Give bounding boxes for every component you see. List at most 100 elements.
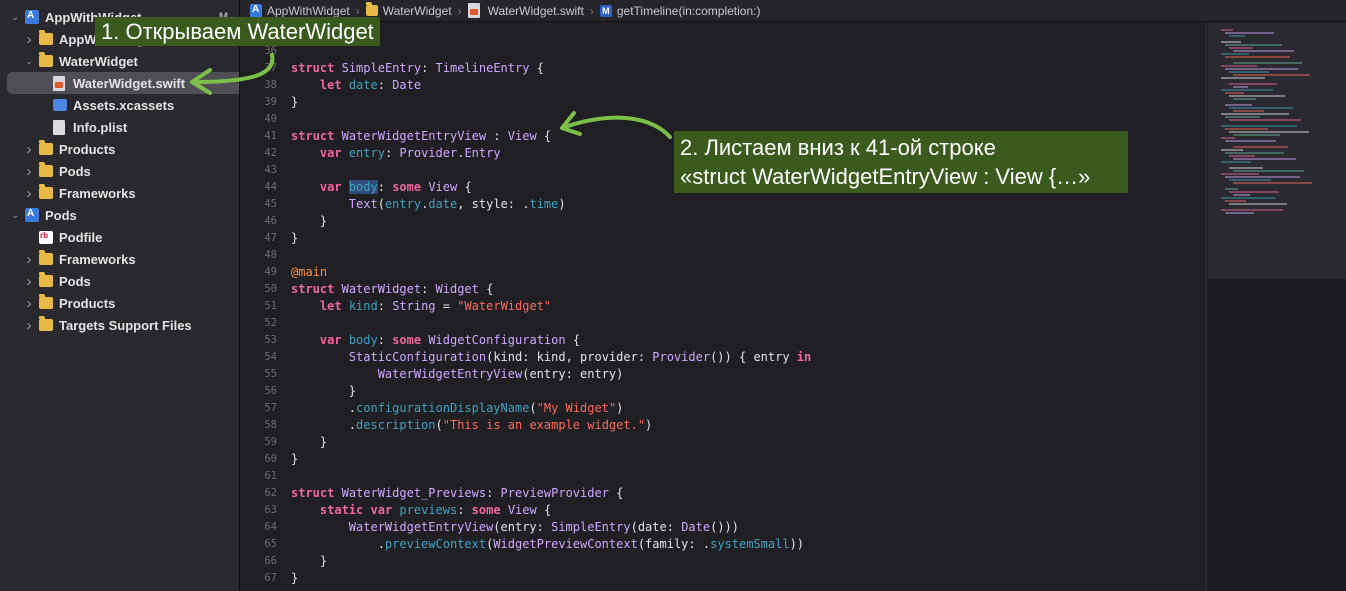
code-line[interactable]: 64 WaterWidgetEntryView(entry: SimpleEnt… — [240, 519, 1200, 536]
code-line[interactable]: 56 } — [240, 383, 1200, 400]
breadcrumb-item[interactable]: WaterWidget.swift › — [467, 3, 600, 18]
code-line[interactable]: 51 let kind: String = "WaterWidget" — [240, 298, 1200, 315]
line-number: 65 — [264, 538, 277, 550]
code-text: Text(entry.date, style: .time) — [348, 197, 566, 211]
chevron-right-icon[interactable]: › — [24, 185, 34, 202]
code-line[interactable]: 36 — [240, 43, 1200, 60]
folder-icon — [39, 140, 53, 155]
sidebar-item-frameworks[interactable]: › Frameworks — [0, 248, 263, 270]
minimap-line — [1225, 200, 1246, 202]
minimap-line — [1233, 74, 1310, 76]
minimap-line — [1229, 203, 1287, 205]
chevron-right-icon[interactable]: › — [24, 251, 34, 268]
minimap-line — [1233, 158, 1296, 160]
code-text: StaticConfiguration(kind: kind, provider… — [348, 350, 812, 364]
annotation-step-2-line-2: «struct WaterWidgetEntryView : View {…» — [680, 164, 1091, 189]
folder-icon — [39, 316, 53, 331]
line-number: 42 — [264, 147, 277, 159]
code-text: .configurationDisplayName("My Widget") — [291, 401, 624, 415]
sidebar-item-label: Pods — [59, 273, 91, 289]
chevron-right-icon[interactable]: › — [24, 141, 34, 158]
chevron-down-icon[interactable]: ⌄ — [24, 56, 34, 67]
sidebar-item-frameworks[interactable]: › Frameworks — [0, 182, 263, 204]
chevron-down-icon[interactable]: ⌄ — [10, 210, 20, 221]
sidebar-item-info-plist[interactable]: Info.plistA — [0, 116, 277, 138]
code-text: } — [291, 571, 299, 585]
code-text: WaterWidgetEntryView(entry: entry) — [377, 367, 624, 381]
project-icon — [250, 3, 262, 18]
minimap[interactable] — [1206, 23, 1346, 591]
code-line[interactable]: 40 — [240, 111, 1200, 128]
breadcrumb-item[interactable]: MgetTimeline(in:completion:) — [599, 3, 761, 18]
code-line[interactable]: 48 — [240, 247, 1200, 264]
breadcrumb-item[interactable]: AppWithWidget › — [250, 3, 366, 18]
sidebar-item-pods[interactable]: › Pods — [0, 160, 263, 182]
minimap-line — [1221, 41, 1241, 43]
code-line[interactable]: 46 } — [240, 213, 1200, 230]
project-navigator: ⌄AppWithWidgetM›AppWithWidget⌄WaterWidge… — [0, 0, 260, 591]
code-line[interactable]: 50 struct WaterWidget: Widget { — [240, 281, 1200, 298]
minimap-line — [1225, 44, 1282, 46]
code-line[interactable]: 57 .configurationDisplayName("My Widget"… — [240, 400, 1200, 417]
breadcrumb-label: WaterWidget — [382, 3, 452, 18]
minimap-line — [1229, 155, 1255, 157]
code-line[interactable]: 52 — [240, 315, 1200, 332]
code-line[interactable]: 65 .previewContext(WidgetPreviewContext(… — [240, 536, 1200, 553]
code-line[interactable]: 54 StaticConfiguration(kind: kind, provi… — [240, 349, 1200, 366]
code-line[interactable]: 66 } — [240, 553, 1200, 570]
breadcrumb-label: getTimeline(in:completion:) — [616, 3, 761, 18]
code-line[interactable]: 53 var body: some WidgetConfiguration { — [240, 332, 1200, 349]
sidebar-item-label: WaterWidget.swift — [73, 75, 186, 91]
chevron-down-icon[interactable]: ⌄ — [10, 12, 20, 23]
code-line[interactable]: 39} — [240, 94, 1200, 111]
sidebar-item-waterwidget[interactable]: ⌄ WaterWidget — [0, 50, 263, 72]
minimap-line — [1225, 92, 1244, 94]
code-line[interactable]: 61 — [240, 468, 1200, 485]
minimap-line — [1225, 212, 1254, 214]
code-line[interactable]: 37 struct SimpleEntry: TimelineEntry { — [240, 60, 1200, 77]
code-text: let kind: String = "WaterWidget" — [319, 299, 552, 313]
code-line[interactable]: 47} — [240, 230, 1200, 247]
code-line[interactable]: 59 } — [240, 434, 1200, 451]
code-text: } — [291, 435, 328, 449]
code-line[interactable]: 49 @main — [240, 264, 1200, 281]
code-text: struct WaterWidgetEntryView : View { — [291, 129, 552, 143]
chevron-right-icon[interactable]: › — [24, 317, 34, 334]
code-line[interactable]: 38 let date: Date — [240, 77, 1200, 94]
line-number: 38 — [264, 79, 277, 91]
minimap-line — [1233, 134, 1280, 136]
code-line[interactable]: 45 Text(entry.date, style: .time) — [240, 196, 1200, 213]
folder-icon — [39, 30, 53, 45]
line-number: 53 — [264, 334, 277, 346]
minimap-line — [1229, 191, 1279, 193]
code-editor[interactable]: 36 37 struct SimpleEntry: TimelineEntry {3… — [240, 23, 1206, 591]
code-line[interactable]: 58 .description("This is an example widg… — [240, 417, 1200, 434]
sidebar-item-products[interactable]: › Products — [0, 292, 263, 314]
breadcrumb-item[interactable]: WaterWidget › — [365, 2, 468, 18]
annotation-step-2-line-1: 2. Листаем вниз к 41-ой строке — [680, 135, 996, 160]
sidebar-item-pods[interactable]: › Pods — [0, 270, 263, 292]
chevron-right-icon[interactable]: › — [24, 31, 34, 48]
code-line[interactable]: 55 WaterWidgetEntryView(entry: entry) — [240, 366, 1200, 383]
sidebar-item-waterwidget-swift[interactable]: WaterWidget.swiftA — [7, 72, 260, 94]
chevron-right-icon[interactable]: › — [24, 273, 34, 290]
minimap-line — [1233, 182, 1312, 184]
code-text: static var previews: some View { — [319, 503, 552, 517]
sidebar-item-assets-xcassets[interactable]: Assets.xcassetsM — [0, 94, 277, 116]
code-line[interactable]: 63 static var previews: some View { — [240, 502, 1200, 519]
code-text: } — [291, 231, 299, 245]
code-line[interactable]: 67} — [240, 570, 1200, 587]
sidebar-item-targets-support-files[interactable]: › Targets Support Files — [0, 314, 263, 336]
chevron-right-icon[interactable]: › — [24, 163, 34, 180]
minimap-line — [1229, 107, 1293, 109]
code-line[interactable]: 62 struct WaterWidget_Previews: PreviewPr… — [240, 485, 1200, 502]
project-icon — [25, 10, 39, 24]
chevron-right-icon[interactable]: › — [24, 295, 34, 312]
sidebar-item-products[interactable]: › Products — [0, 138, 263, 160]
sidebar-item-pods[interactable]: ⌄ Pods — [0, 204, 249, 226]
minimap-line — [1221, 65, 1257, 67]
code-line[interactable]: 60} — [240, 451, 1200, 468]
minimap-line — [1229, 95, 1285, 97]
sidebar-item-podfile[interactable]: Podfile — [0, 226, 263, 248]
minimap-line — [1221, 197, 1275, 199]
